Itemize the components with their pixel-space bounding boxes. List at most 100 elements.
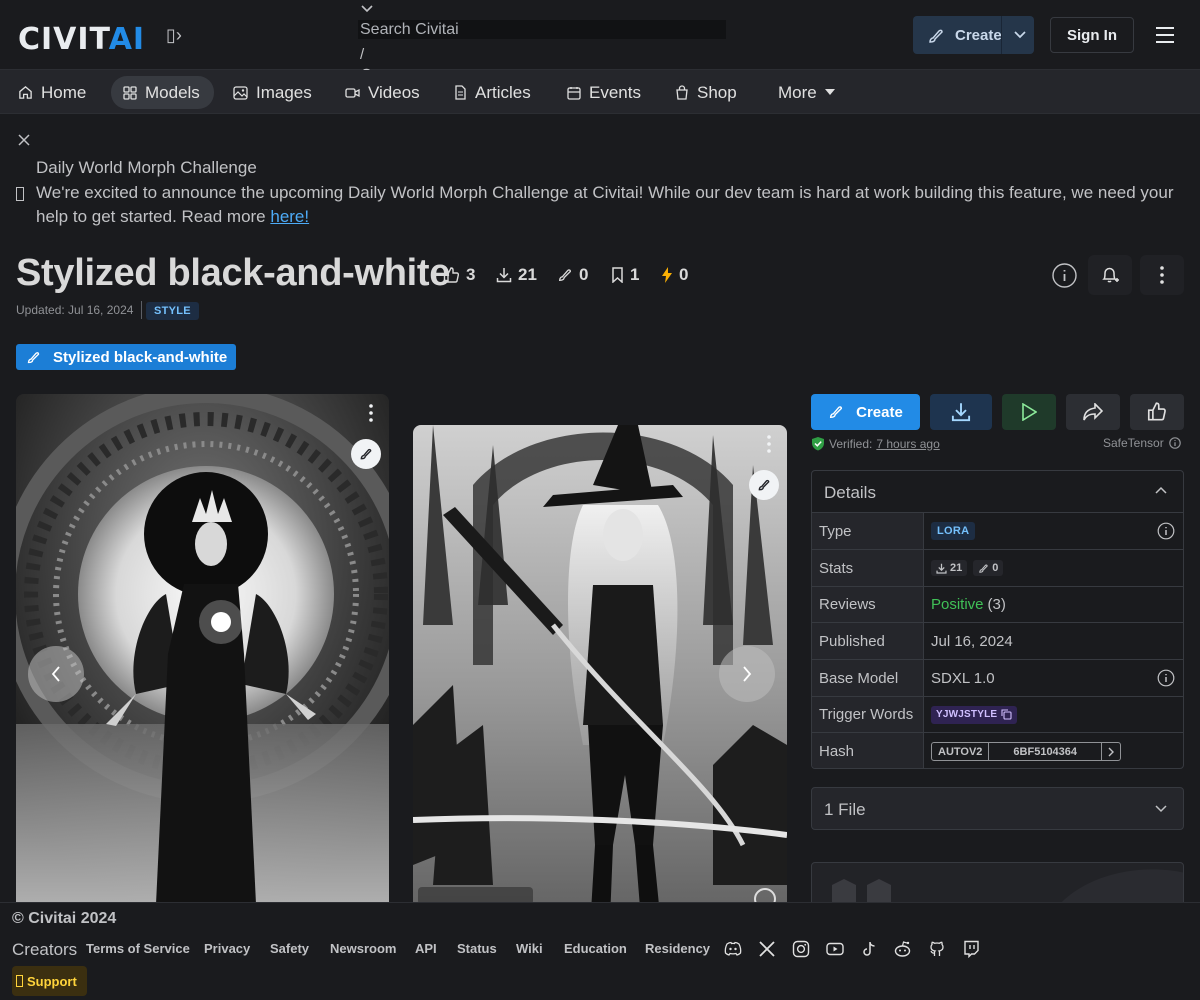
card-options-icon[interactable] bbox=[767, 435, 771, 453]
shield-check-icon bbox=[812, 437, 824, 451]
hamburger-menu-icon[interactable] bbox=[1155, 26, 1175, 44]
download-icon bbox=[496, 268, 512, 283]
buzz-stat[interactable]: 0 bbox=[661, 265, 688, 285]
run-button[interactable] bbox=[1002, 394, 1056, 430]
dots-vertical-icon bbox=[1160, 266, 1164, 284]
announcement-read-more-link[interactable]: here! bbox=[270, 207, 309, 226]
shopping-bag-icon bbox=[676, 85, 688, 100]
verified-time-link[interactable]: 7 hours ago bbox=[876, 437, 939, 451]
model-title: Stylized black-and-white bbox=[16, 252, 451, 294]
info-icon[interactable] bbox=[1157, 522, 1175, 540]
caret-down-icon bbox=[824, 89, 835, 95]
nav-more[interactable]: More bbox=[770, 76, 843, 109]
likes-stat[interactable]: 3 bbox=[443, 265, 475, 285]
details-row-stats: Stats 21 0 bbox=[812, 550, 1183, 587]
safetensor-label[interactable]: SafeTensor bbox=[1103, 436, 1181, 450]
info-icon[interactable] bbox=[1052, 263, 1077, 288]
share-button[interactable] bbox=[1066, 394, 1120, 430]
footer-link-status[interactable]: Status bbox=[457, 941, 497, 956]
generations-stat[interactable]: 0 bbox=[557, 265, 588, 285]
gallery-prev-button[interactable] bbox=[28, 646, 84, 702]
create-with-model-button[interactable]: Create bbox=[811, 394, 920, 430]
info-icon bbox=[1168, 437, 1181, 449]
reddit-icon[interactable] bbox=[893, 940, 912, 958]
trigger-word-badge[interactable]: YJWJSTYLE bbox=[931, 705, 1018, 724]
details-row-hash: Hash AUTOV2 6BF5104364 bbox=[812, 733, 1183, 768]
details-header[interactable]: Details bbox=[812, 471, 1183, 513]
twitch-icon[interactable] bbox=[962, 940, 980, 958]
search-input[interactable] bbox=[358, 20, 726, 39]
discord-icon[interactable] bbox=[724, 940, 742, 958]
search-chevron-down-icon[interactable] bbox=[360, 4, 374, 14]
gallery-image-card[interactable] bbox=[16, 394, 389, 902]
thumb-up-icon bbox=[1147, 402, 1166, 421]
announcement-body: We're excited to announce the upcoming D… bbox=[36, 183, 1174, 226]
nav-home[interactable]: Home bbox=[10, 76, 94, 109]
card-options-icon[interactable] bbox=[369, 404, 373, 422]
nav-videos[interactable]: Videos bbox=[337, 76, 428, 109]
chevron-right-icon[interactable] bbox=[1102, 743, 1120, 760]
main-nav: Home Models Images Videos Articles Event… bbox=[0, 70, 1200, 114]
image-gallery bbox=[16, 394, 787, 902]
download-button[interactable] bbox=[930, 394, 992, 430]
tiktok-icon[interactable] bbox=[860, 940, 878, 958]
chevron-up-icon[interactable] bbox=[1155, 485, 1167, 497]
bookmark-icon bbox=[612, 267, 623, 283]
nav-shop[interactable]: Shop bbox=[667, 76, 745, 109]
type-badge[interactable]: LORA bbox=[931, 522, 976, 540]
footer-link-residency[interactable]: Residency bbox=[645, 941, 710, 956]
like-button[interactable] bbox=[1130, 394, 1184, 430]
bell-plus-icon bbox=[1102, 267, 1119, 283]
create-button[interactable]: Create bbox=[913, 16, 1034, 54]
announcement-close-icon[interactable] bbox=[18, 134, 30, 146]
reviews-summary-link[interactable]: Positive (3) bbox=[931, 587, 1006, 622]
logo-caret-icon[interactable]: ▯› bbox=[166, 25, 182, 46]
version-chip[interactable]: Stylized black-and-white bbox=[16, 344, 237, 370]
brush-icon bbox=[927, 27, 945, 45]
footer-link-terms[interactable]: Terms of Service bbox=[86, 941, 190, 956]
play-icon bbox=[1022, 403, 1037, 421]
thumb-up-icon bbox=[443, 266, 460, 283]
video-icon bbox=[345, 87, 360, 98]
chevron-down-icon[interactable] bbox=[1013, 28, 1027, 42]
lightning-bolt-icon bbox=[662, 267, 672, 283]
card-remix-icon[interactable] bbox=[749, 470, 779, 500]
collections-stat[interactable]: 1 bbox=[611, 265, 639, 285]
footer-link-wiki[interactable]: Wiki bbox=[516, 941, 543, 956]
home-icon bbox=[19, 86, 32, 99]
files-accordion[interactable]: 1 File bbox=[811, 787, 1184, 830]
grid-icon bbox=[123, 85, 137, 100]
gallery-next-button[interactable] bbox=[719, 646, 775, 702]
more-options-button[interactable] bbox=[1140, 255, 1184, 295]
announcement-icon bbox=[16, 187, 24, 201]
hash-selector[interactable]: AUTOV2 6BF5104364 bbox=[931, 742, 1122, 761]
downloads-stat[interactable]: 21 bbox=[496, 265, 537, 285]
instagram-icon[interactable] bbox=[792, 940, 810, 958]
brush-icon bbox=[979, 563, 988, 573]
download-icon bbox=[951, 403, 971, 422]
footer-link-api[interactable]: API bbox=[415, 941, 437, 956]
youtube-icon[interactable] bbox=[826, 940, 844, 958]
civitai-logo[interactable]: CIVITAI bbox=[18, 22, 145, 57]
nav-images[interactable]: Images bbox=[225, 76, 320, 109]
info-icon[interactable] bbox=[1157, 669, 1175, 687]
nav-articles[interactable]: Articles bbox=[446, 76, 539, 109]
style-badge[interactable]: STYLE bbox=[146, 302, 199, 320]
brush-icon bbox=[830, 406, 843, 419]
footer-link-newsroom[interactable]: Newsroom bbox=[330, 941, 396, 956]
footer-link-safety[interactable]: Safety bbox=[270, 941, 309, 956]
chevron-down-icon[interactable] bbox=[1155, 802, 1167, 814]
footer-link-creators[interactable]: Creators bbox=[12, 940, 77, 960]
downloads-count: 21 bbox=[931, 560, 968, 576]
nav-models[interactable]: Models bbox=[111, 76, 214, 109]
nav-events[interactable]: Events bbox=[559, 76, 649, 109]
footer-link-privacy[interactable]: Privacy bbox=[204, 941, 250, 956]
details-row-published: Published Jul 16, 2024 bbox=[812, 623, 1183, 660]
x-twitter-icon[interactable] bbox=[758, 940, 776, 958]
sign-in-button[interactable]: Sign In bbox=[1050, 17, 1134, 53]
notify-button[interactable] bbox=[1088, 255, 1132, 295]
github-icon[interactable] bbox=[928, 940, 946, 958]
card-remix-icon[interactable] bbox=[351, 439, 381, 469]
footer-link-education[interactable]: Education bbox=[564, 941, 627, 956]
support-button[interactable]: Support bbox=[12, 966, 87, 996]
